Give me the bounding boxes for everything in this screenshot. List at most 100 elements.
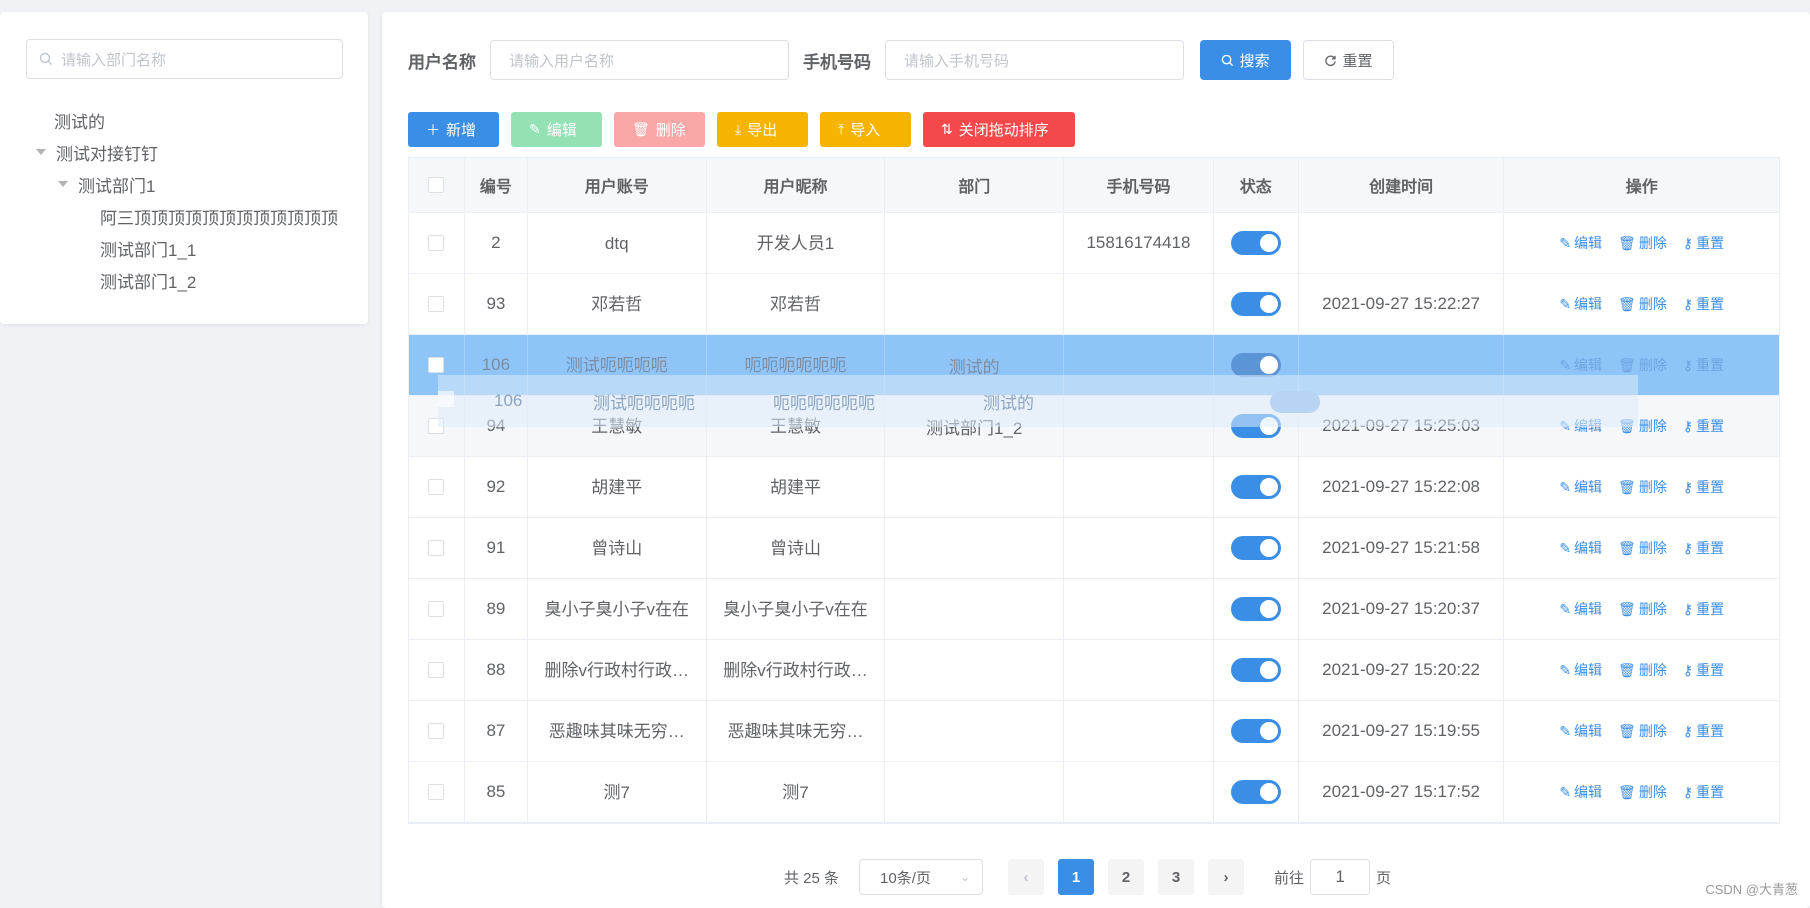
row-edit-link[interactable]: ✎ 编辑 [1559,660,1602,680]
row-delete-link[interactable]: 🗑 删除 [1618,660,1667,680]
row-edit-link[interactable]: ✎ 编辑 [1559,233,1602,253]
row-edit-link[interactable]: ✎ 编辑 [1559,721,1602,741]
tree-node[interactable]: 测试的 [30,104,350,136]
page-button[interactable]: 3 [1158,859,1195,895]
table-row[interactable]: 88 删除v行政村行政… 删除v行政村行政… 2021-09-27 15:20:22 ✎… [409,640,1779,701]
edit-button[interactable]: ✎ 编辑 [511,112,602,147]
row-reset-link[interactable]: ⚷ 重置 [1683,294,1724,314]
next-page-button[interactable]: › [1208,859,1245,895]
row-delete-link[interactable]: 🗑 删除 [1618,538,1667,558]
row-reset-link[interactable]: ⚷ 重置 [1683,477,1724,497]
status-toggle[interactable] [1230,719,1281,743]
table-row[interactable]: 2 dtq 开发人员1 15816174418 ✎ 编辑 🗑 删除 ⚷ 重置 [409,213,1779,274]
checkbox[interactable] [428,601,445,617]
dept-search-input[interactable]: 请输入部门名称 [26,39,343,79]
row-select[interactable] [409,518,465,578]
delete-button[interactable]: 🗑 删除 [614,112,705,147]
prev-page-button[interactable]: ‹ [1008,859,1045,895]
tree-node[interactable]: 测试部门1 [30,168,350,200]
checkbox[interactable] [428,177,445,193]
checkbox[interactable] [428,357,445,373]
table-row[interactable]: 91 曾诗山 曾诗山 2021-09-27 15:21:58 ✎ 编辑 🗑 删除 ⚷ 重置 [409,518,1779,579]
header-select-all[interactable] [409,158,465,212]
export-button[interactable]: ⤓ 导出 [717,112,808,147]
checkbox[interactable] [428,540,445,556]
status-toggle[interactable] [1230,536,1281,560]
goto-page-input[interactable]: 1 [1310,859,1371,895]
row-delete-link[interactable]: 🗑 删除 [1618,294,1667,314]
status-toggle[interactable] [1230,475,1281,499]
caret-down-icon[interactable] [36,149,46,155]
checkbox[interactable] [428,723,445,739]
checkbox[interactable] [428,784,445,800]
table-row[interactable]: 85 测7 测7 2021-09-27 15:17:52 ✎ 编辑 🗑 删除 ⚷ 重置 [409,762,1779,823]
phone-label: 手机号码 [803,52,871,72]
status-toggle[interactable] [1230,292,1281,316]
row-delete-link[interactable]: 🗑 删除 [1618,721,1667,741]
page-button[interactable]: 2 [1108,859,1145,895]
row-select[interactable] [409,579,465,639]
row-reset-link[interactable]: ⚷ 重置 [1683,782,1724,802]
table-row[interactable]: 92 胡建平 胡建平 2021-09-27 15:22:08 ✎ 编辑 🗑 删除 ⚷ 重置 [409,457,1779,518]
row-delete-link[interactable]: 🗑 删除 [1618,233,1667,253]
checkbox[interactable] [428,662,445,678]
row-reset-link[interactable]: ⚷ 重置 [1683,721,1724,741]
row-select[interactable] [409,396,465,456]
row-select[interactable] [409,213,465,273]
table-row[interactable]: 89 臭小子臭小子v在在 臭小子臭小子v在在 2021-09-27 15:20:37 ✎… [409,579,1779,640]
table-row[interactable]: 93 邓若哲 邓若哲 2021-09-27 15:22:27 ✎ 编辑 🗑 删除 ⚷ 重置 [409,274,1779,335]
row-delete-link[interactable]: 🗑 删除 [1618,416,1667,436]
tree-node[interactable]: 测试部门1_1 [30,232,350,264]
checkbox[interactable] [428,418,445,434]
cell-dept [885,640,1065,700]
checkbox[interactable] [428,235,445,251]
row-reset-link[interactable]: ⚷ 重置 [1683,416,1724,436]
row-edit-link[interactable]: ✎ 编辑 [1559,477,1602,497]
username-input[interactable]: 请输入用户名称 [490,40,789,80]
toggle-drag-sort-button[interactable]: ⇅ 关闭拖动排序 [923,112,1075,147]
tree-node[interactable]: 阿三顶顶顶顶顶顶顶顶顶顶顶顶 [30,200,350,232]
search-button[interactable]: 搜索 [1200,40,1291,80]
row-select[interactable] [409,335,465,395]
status-toggle[interactable] [1230,414,1281,438]
row-reset-link[interactable]: ⚷ 重置 [1683,233,1724,253]
tree-node[interactable]: 测试部门1_2 [30,264,350,296]
row-reset-link[interactable]: ⚷ 重置 [1683,355,1724,375]
phone-input[interactable]: 请输入手机号码 [885,40,1184,80]
page-size-select[interactable]: 10条/页 ⌄ [859,859,984,895]
row-select[interactable] [409,701,465,761]
row-edit-link[interactable]: ✎ 编辑 [1559,355,1602,375]
caret-down-icon[interactable] [58,181,68,187]
row-select[interactable] [409,457,465,517]
page-button[interactable]: 1 [1058,859,1095,895]
row-delete-link[interactable]: 🗑 删除 [1618,477,1667,497]
row-reset-link[interactable]: ⚷ 重置 [1683,599,1724,619]
row-edit-link[interactable]: ✎ 编辑 [1559,416,1602,436]
row-delete-link[interactable]: 🗑 删除 [1618,599,1667,619]
checkbox[interactable] [428,479,445,495]
row-delete-link[interactable]: 🗑 删除 [1618,782,1667,802]
row-select[interactable] [409,762,465,822]
row-edit-link[interactable]: ✎ 编辑 [1559,538,1602,558]
row-edit-link[interactable]: ✎ 编辑 [1559,294,1602,314]
row-select[interactable] [409,274,465,334]
status-toggle[interactable] [1230,597,1281,621]
row-edit-link[interactable]: ✎ 编辑 [1559,599,1602,619]
row-delete-link[interactable]: 🗑 删除 [1618,355,1667,375]
row-edit-link[interactable]: ✎ 编辑 [1559,782,1602,802]
status-toggle[interactable] [1230,353,1281,377]
table-row[interactable]: 106 测试呃呃呃呃 呃呃呃呃呃呃 测试的 ✎ 编辑 🗑 删除 ⚷ 重置 [409,335,1779,396]
table-row[interactable]: 94 王慧敏 王慧敏 测试部门1_2 2021-09-27 15:25:03 ✎ 编辑 🗑 删除… [409,396,1779,457]
add-button[interactable]: ＋ 新增 [408,112,499,147]
tree-node[interactable]: 测试对接钉钉 [30,136,350,168]
import-button[interactable]: ⤒ 导入 [820,112,911,147]
status-toggle[interactable] [1230,658,1281,682]
reset-button[interactable]: 重置 [1303,40,1394,80]
row-select[interactable] [409,640,465,700]
row-reset-link[interactable]: ⚷ 重置 [1683,538,1724,558]
table-row[interactable]: 87 恶趣味其味无穷… 恶趣味其味无穷… 2021-09-27 15:19:55 ✎ 编辑… [409,701,1779,762]
status-toggle[interactable] [1230,231,1281,255]
checkbox[interactable] [428,296,445,312]
status-toggle[interactable] [1230,780,1281,804]
row-reset-link[interactable]: ⚷ 重置 [1683,660,1724,680]
